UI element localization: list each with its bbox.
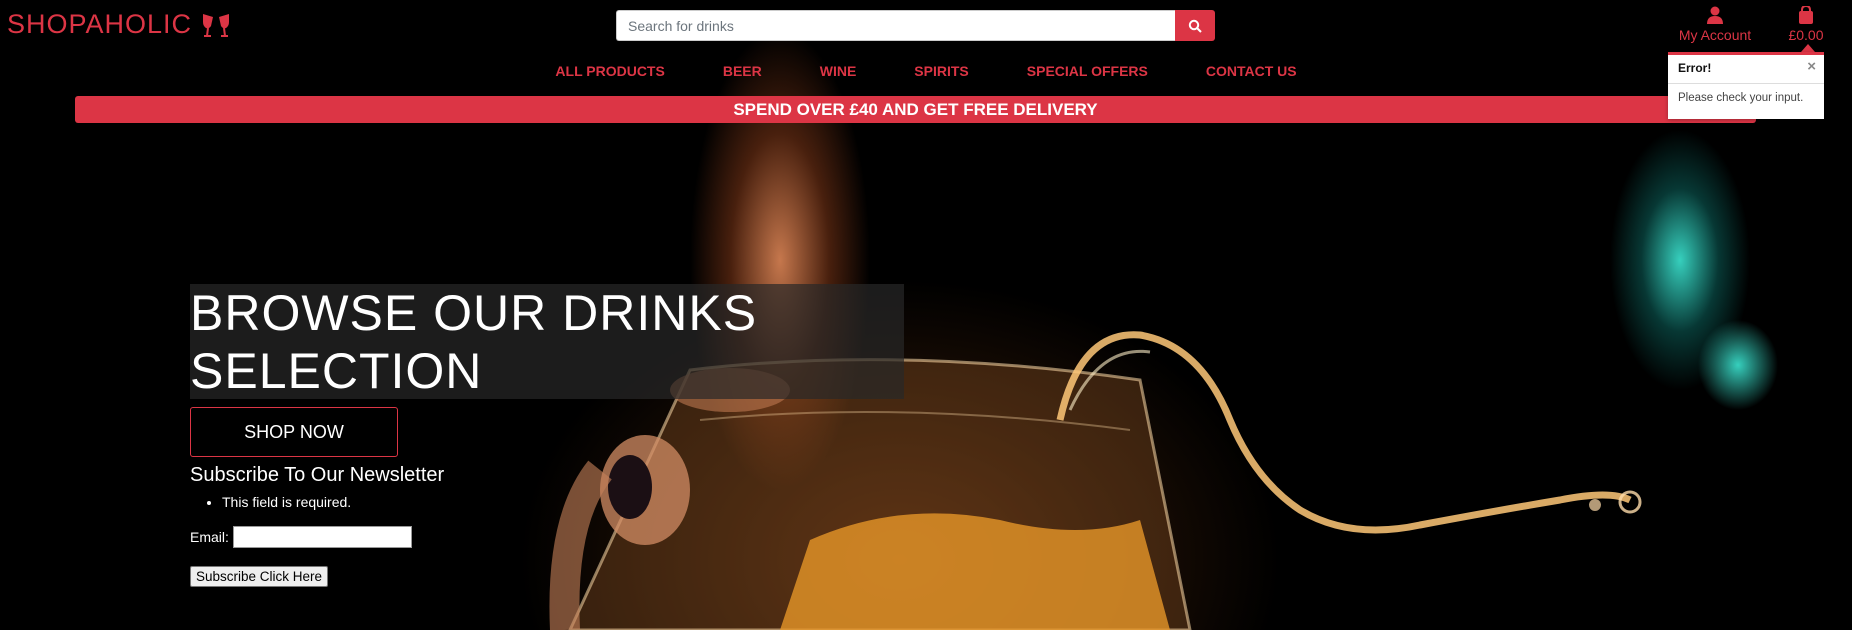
- cart-total: £0.00: [1788, 27, 1824, 43]
- site-logo[interactable]: SHOPAHOLIC: [7, 9, 232, 40]
- nav-contact-us[interactable]: CONTACT US: [1206, 63, 1297, 79]
- main-nav: ALL PRODUCTS BEER WINE SPIRITS SPECIAL O…: [0, 63, 1852, 79]
- toast-arrow: [1801, 44, 1815, 52]
- toast-title: Error!: [1678, 61, 1712, 75]
- cart-link[interactable]: £0.00: [1782, 6, 1830, 43]
- email-row: Email:: [190, 526, 412, 548]
- search-button[interactable]: [1175, 10, 1215, 41]
- shopping-bag-icon: [1799, 6, 1813, 24]
- cheers-glasses-icon: [203, 13, 230, 37]
- hero-title-line2: SELECTION: [190, 343, 483, 399]
- search-input[interactable]: [616, 10, 1175, 41]
- newsletter-title: Subscribe To Our Newsletter: [190, 464, 445, 486]
- shop-now-button[interactable]: SHOP NOW: [190, 407, 398, 457]
- nav-spirits[interactable]: SPIRITS: [914, 63, 968, 79]
- nav-all-products[interactable]: ALL PRODUCTS: [555, 63, 664, 79]
- hero-title-line1: BROWSE OUR DRINKS: [190, 285, 758, 341]
- newsletter-error-list: This field is required.: [207, 494, 351, 510]
- nav-special-offers[interactable]: SPECIAL OFFERS: [1027, 63, 1148, 79]
- email-label: Email:: [190, 529, 229, 545]
- close-icon[interactable]: ×: [1807, 58, 1816, 75]
- email-field[interactable]: [232, 526, 412, 548]
- error-toast: Error! × Please check your input.: [1668, 52, 1824, 119]
- logo-text: SHOPAHOLIC: [7, 9, 193, 39]
- toast-header: Error! ×: [1668, 55, 1824, 84]
- search-bar: [616, 10, 1215, 41]
- search-icon: [1188, 19, 1202, 33]
- free-delivery-banner: SPEND OVER £40 AND GET FREE DELIVERY: [75, 96, 1756, 123]
- subscribe-button[interactable]: Subscribe Click Here: [190, 566, 329, 587]
- user-icon: [1707, 6, 1723, 24]
- toast-message: Please check your input.: [1678, 92, 1804, 104]
- hero-title: BROWSE OUR DRINKS SELECTION: [190, 284, 904, 400]
- my-account-label: My Account: [1678, 27, 1752, 43]
- nav-wine[interactable]: WINE: [820, 63, 857, 79]
- my-account-link[interactable]: My Account: [1672, 6, 1758, 43]
- nav-beer[interactable]: BEER: [723, 63, 762, 79]
- newsletter-error: This field is required.: [222, 494, 351, 510]
